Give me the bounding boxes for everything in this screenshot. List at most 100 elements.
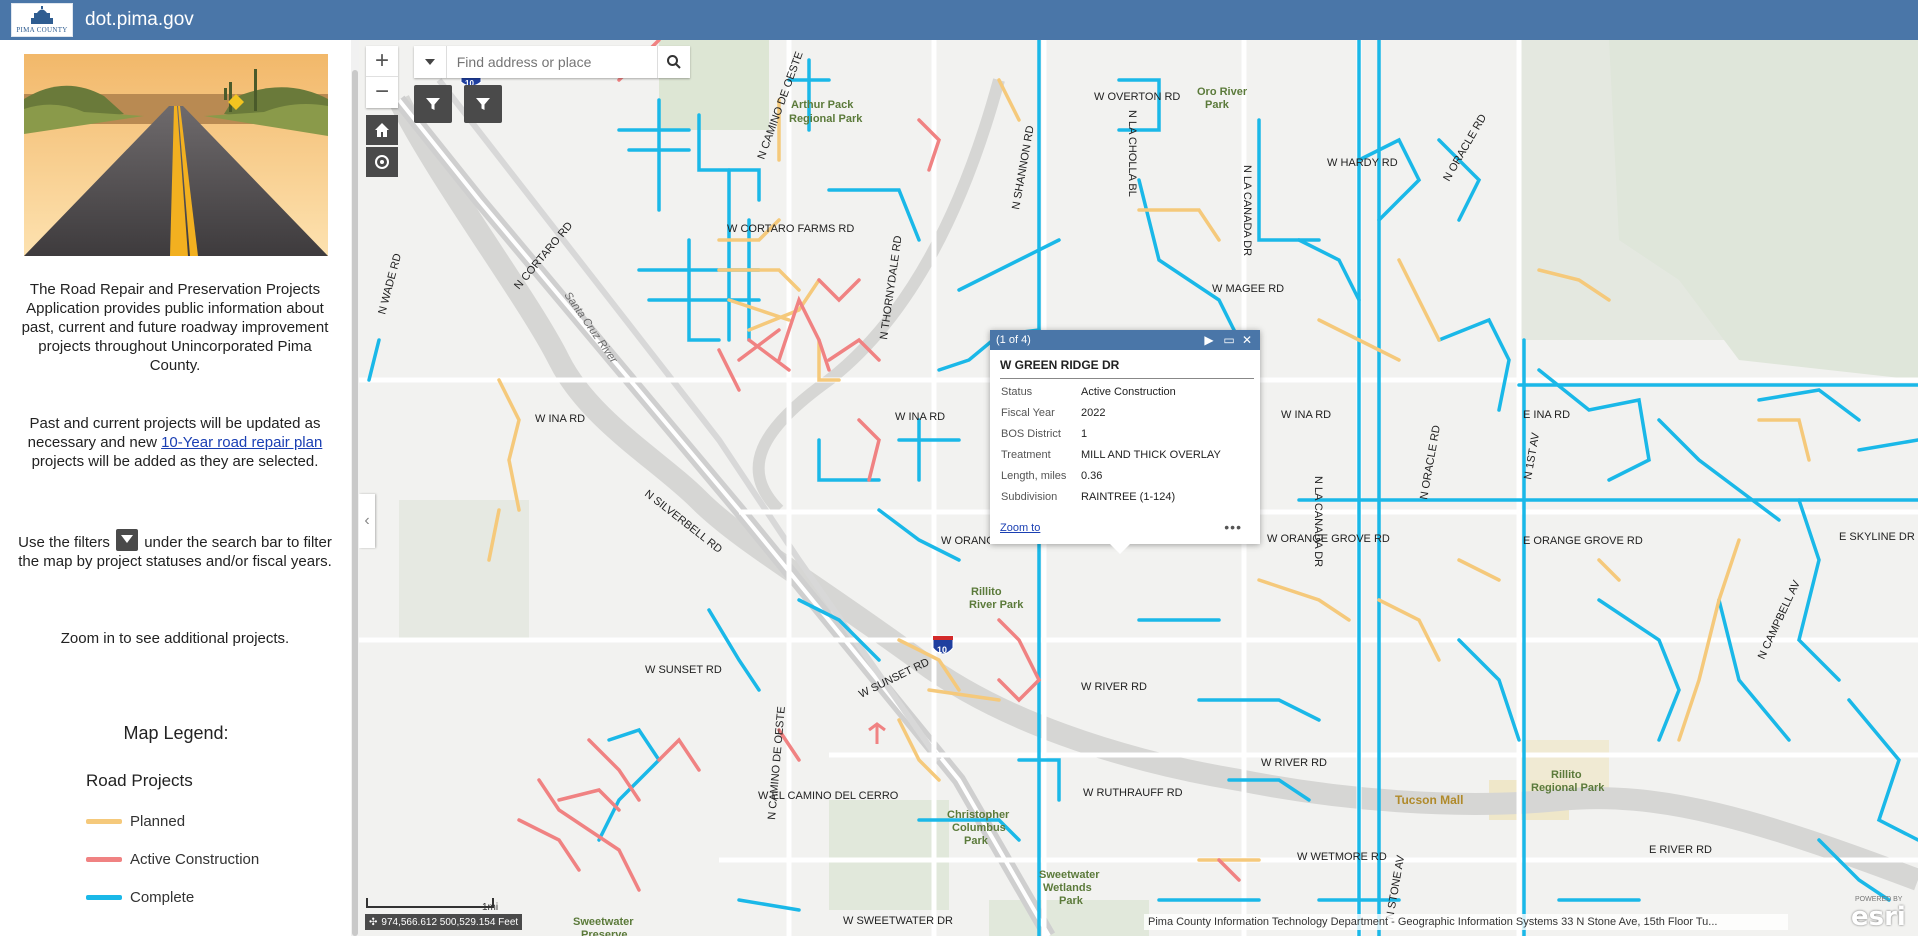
legend-label: Active Construction	[130, 850, 260, 868]
feature-popup: (1 of 4) ▶ ▭ ✕ W GREEN RIDGE DR Status Ac…	[990, 330, 1260, 554]
filter-help-pre: Use the filters	[18, 534, 115, 551]
svg-text:Rillito: Rillito	[971, 586, 1002, 598]
svg-text:Sweetwater: Sweetwater	[1039, 869, 1100, 881]
collapse-sidebar-button[interactable]: ‹	[359, 494, 375, 548]
zoom-note: Zoom in to see additional projects.	[60, 630, 290, 647]
road-repair-plan-link[interactable]: 10-Year road repair plan	[161, 434, 322, 451]
filter-help-text: Use the filters under the search bar to …	[14, 529, 336, 571]
legend-item-active: Active Construction	[86, 847, 259, 871]
svg-text:River Park: River Park	[969, 599, 1024, 611]
svg-text:Regional Park: Regional Park	[1531, 782, 1605, 794]
popup-field-row: Treatment MILL AND THICK OVERLAY	[1001, 448, 1260, 463]
field-value: 1	[1081, 428, 1088, 440]
more-options-button[interactable]: •••	[1224, 519, 1242, 535]
fiscal-year-filter-button[interactable]	[464, 85, 502, 123]
next-feature-button[interactable]: ▶	[1202, 332, 1216, 348]
svg-text:E INA RD: E INA RD	[1523, 409, 1570, 421]
popup-title: W GREEN RIDGE DR	[1000, 358, 1254, 379]
field-value: RAINTREE (1-124)	[1081, 491, 1176, 503]
planned-swatch	[86, 818, 122, 824]
svg-text:W HARDY RD: W HARDY RD	[1327, 157, 1398, 169]
search-source-dropdown[interactable]	[414, 46, 447, 78]
pima-county-logo[interactable]: PIMA COUNTY	[11, 3, 73, 37]
popup-pointer	[1110, 544, 1130, 554]
coordinates-text: 974,566.612 500,529.154 Feet	[381, 916, 519, 928]
search-button[interactable]	[657, 46, 690, 78]
legend-item-complete: Complete	[86, 885, 194, 909]
svg-text:W INA RD: W INA RD	[1281, 409, 1331, 421]
legend-subtitle: Road Projects	[86, 771, 193, 790]
search-input[interactable]	[446, 47, 658, 77]
svg-text:Park: Park	[1059, 895, 1084, 907]
svg-text:W SWEETWATER DR: W SWEETWATER DR	[843, 915, 953, 927]
popup-header: (1 of 4) ▶ ▭ ✕	[990, 330, 1260, 350]
svg-text:Rillito: Rillito	[1551, 769, 1582, 781]
svg-text:W MAGEE RD: W MAGEE RD	[1212, 283, 1284, 295]
svg-text:W WETMORE RD: W WETMORE RD	[1297, 851, 1387, 863]
status-filter-button[interactable]	[414, 85, 452, 123]
esri-logo[interactable]: esri	[1851, 902, 1906, 932]
field-value: Active Construction	[1081, 386, 1176, 398]
zoom-out-button[interactable]: −	[366, 76, 398, 107]
popup-field-row: BOS District 1	[1001, 427, 1260, 442]
search-widget	[414, 46, 690, 78]
field-key: Length, miles	[1001, 470, 1067, 482]
svg-text:Sweetwater: Sweetwater	[573, 916, 634, 928]
zoom-controls: + −	[366, 46, 398, 108]
road-hero-image	[24, 54, 328, 256]
filter-icon	[116, 529, 139, 551]
field-key: Status	[1001, 386, 1033, 398]
field-value: MILL AND THICK OVERLAY	[1081, 449, 1221, 461]
svg-text:N LA CANADA DR: N LA CANADA DR	[1312, 476, 1324, 567]
svg-text:W INA RD: W INA RD	[895, 411, 945, 423]
home-icon	[375, 123, 389, 137]
zoom-to-link[interactable]: Zoom to	[1000, 522, 1040, 534]
map-view[interactable]: W OVERTON RD W HARDY RD N ORACLE RD W CO…	[359, 40, 1918, 936]
svg-text:10: 10	[937, 645, 947, 655]
svg-text:Regional Park: Regional Park	[789, 113, 863, 125]
svg-text:E ORANGE GROVE RD: E ORANGE GROVE RD	[1523, 535, 1643, 547]
sidebar-scrollbar[interactable]	[351, 40, 359, 936]
coordinates-readout[interactable]: ✣ 974,566.612 500,529.154 Feet	[365, 914, 523, 930]
legend-label: Complete	[130, 888, 195, 906]
svg-text:Arthur Pack: Arthur Pack	[791, 99, 854, 111]
legend-label: Planned	[130, 812, 186, 830]
svg-text:Christopher: Christopher	[947, 809, 1010, 821]
svg-text:Preserve: Preserve	[581, 929, 628, 936]
crosshair-icon: ✣	[369, 916, 378, 928]
svg-text:W RIVER RD: W RIVER RD	[1081, 681, 1147, 693]
field-key: Subdivision	[1001, 491, 1058, 503]
field-key: Treatment	[1001, 449, 1051, 461]
field-value: 0.36	[1081, 470, 1103, 482]
locate-button[interactable]	[366, 147, 398, 177]
field-key: BOS District	[1001, 428, 1061, 440]
home-button[interactable]	[366, 115, 398, 145]
scale-bar	[366, 898, 494, 908]
svg-text:W RIVER RD: W RIVER RD	[1261, 757, 1327, 769]
close-icon[interactable]: ✕	[1240, 332, 1254, 348]
logo-text: PIMA COUNTY	[16, 26, 68, 34]
field-value: 2022	[1081, 407, 1106, 419]
road-label-overton: W OVERTON RD	[1094, 91, 1180, 103]
update-text-post: projects will be added as they are selec…	[31, 453, 319, 470]
svg-text:Park: Park	[964, 835, 989, 847]
svg-text:Park: Park	[1205, 99, 1230, 111]
filter-icon	[476, 98, 490, 110]
svg-text:W ORANGE GROVE RD: W ORANGE GROVE RD	[1267, 533, 1390, 545]
legend-title: Map Legend:	[123, 723, 229, 743]
zoom-in-button[interactable]: +	[366, 46, 398, 76]
field-key: Fiscal Year	[1001, 407, 1055, 419]
info-sidebar: The Road Repair and Preservation Project…	[0, 40, 352, 936]
svg-text:W SUNSET RD: W SUNSET RD	[645, 664, 722, 676]
svg-text:W RUTHRAUFF RD: W RUTHRAUFF RD	[1083, 787, 1183, 799]
maximize-icon[interactable]: ▭	[1222, 332, 1236, 348]
svg-text:Wetlands: Wetlands	[1043, 882, 1092, 894]
scrollbar-thumb[interactable]	[352, 70, 358, 936]
search-icon	[667, 55, 681, 69]
update-text: Past and current projects will be update…	[14, 414, 336, 471]
svg-text:Columbus: Columbus	[952, 822, 1006, 834]
map-attribution[interactable]: Pima County Information Technology Depar…	[1144, 914, 1788, 930]
intro-text: The Road Repair and Preservation Project…	[21, 281, 329, 374]
svg-text:Tucson Mall: Tucson Mall	[1395, 793, 1463, 807]
chevron-left-icon: ‹	[364, 512, 370, 529]
